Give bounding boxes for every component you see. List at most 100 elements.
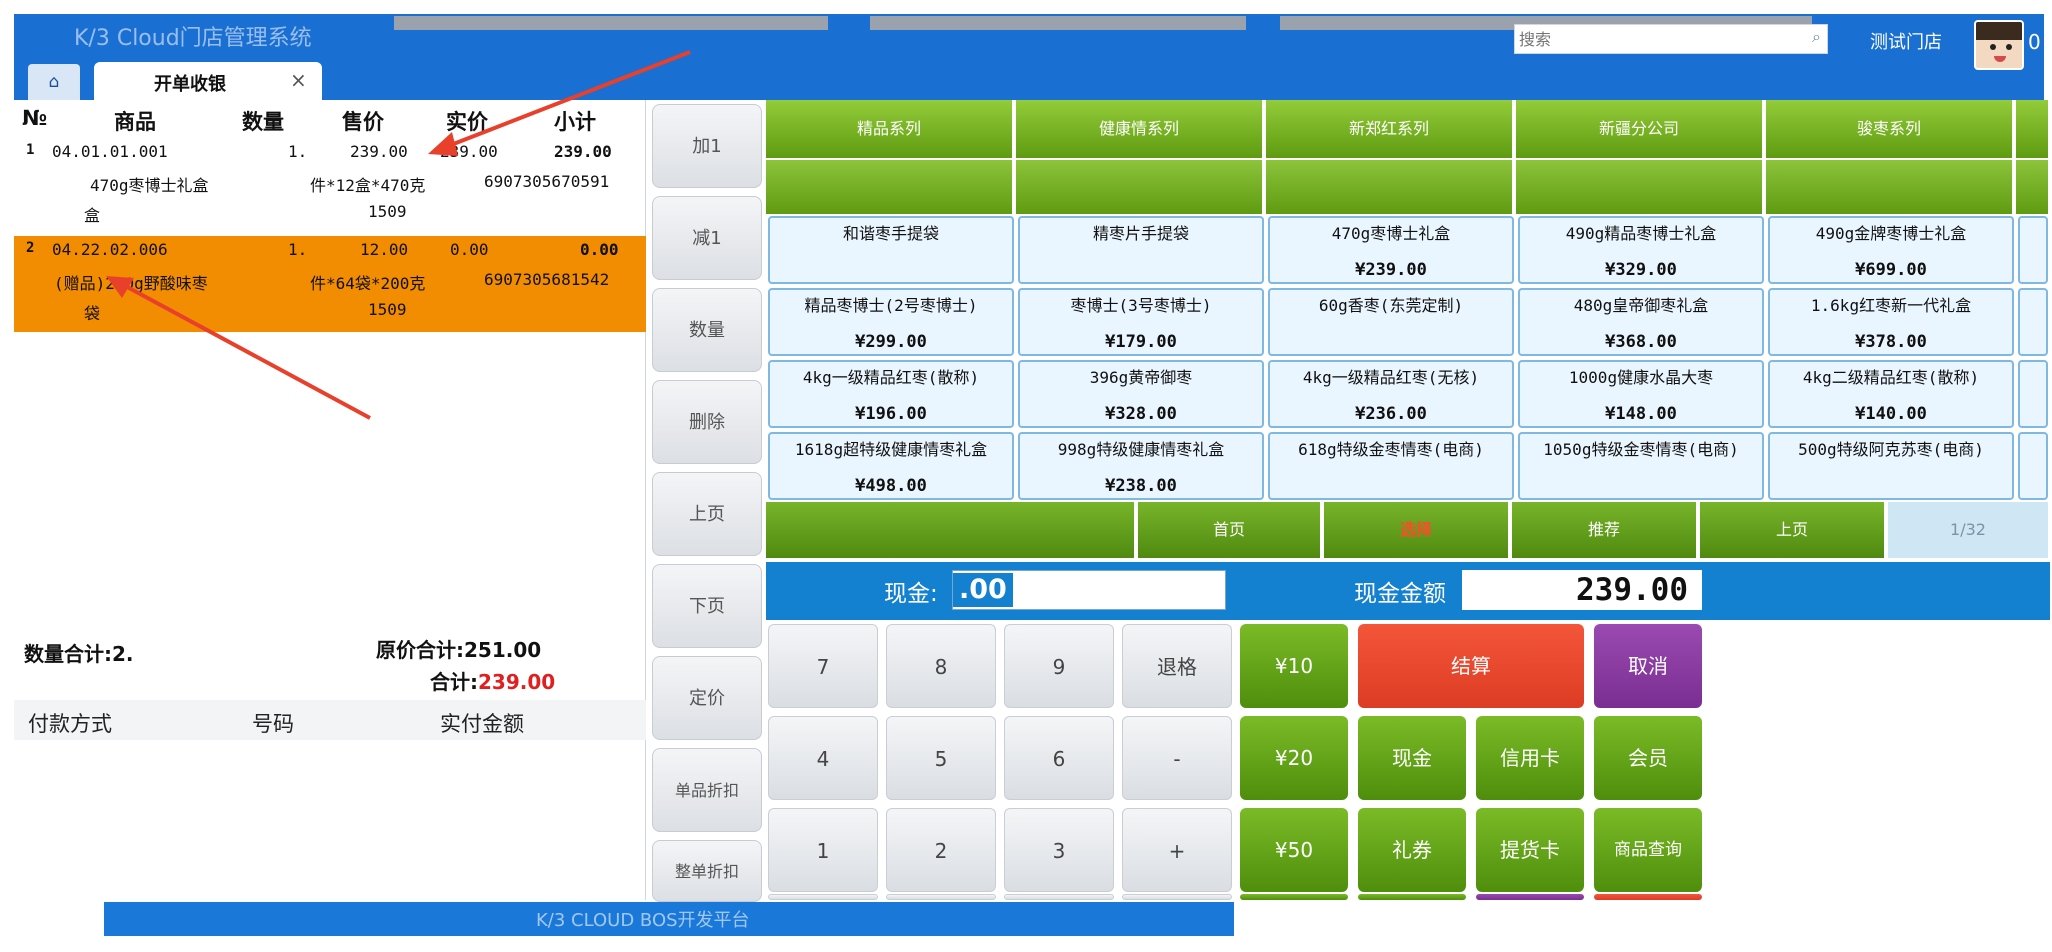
key-5[interactable]: 5 [886, 716, 996, 800]
member-button[interactable]: 会员 [1594, 716, 1702, 800]
product-tile[interactable]: 998g特级健康情枣礼盒 ¥238.00 [1018, 432, 1264, 500]
product-tile[interactable]: 精品枣博士(2号枣博士) ¥299.00 [768, 288, 1014, 356]
qty-total: 数量合计:2. [24, 642, 134, 666]
set-price-button[interactable]: 定价 [652, 656, 762, 740]
product-lookup-button[interactable]: 商品查询 [1594, 808, 1702, 892]
product-tile[interactable] [2018, 432, 2048, 500]
voucher-button[interactable]: 礼券 [1358, 808, 1466, 892]
key-partial[interactable] [1240, 894, 1348, 900]
product-tile[interactable]: 4kg二级精品红枣(散称) ¥140.00 [1768, 360, 2014, 428]
category-tab[interactable]: 新疆分公司 [1516, 100, 1764, 158]
key-3[interactable]: 3 [1004, 808, 1114, 892]
category-tab[interactable] [2016, 100, 2050, 158]
product-tile[interactable] [2018, 360, 2048, 428]
subcategory-tab[interactable] [1766, 160, 2014, 214]
key-partial[interactable] [768, 894, 878, 900]
tab-checkout[interactable]: 开单收银 × [94, 62, 322, 100]
product-tile[interactable]: 1.6kg红枣新一代礼盒 ¥378.00 [1768, 288, 2014, 356]
store-name[interactable]: 测试门店 [1870, 28, 1942, 54]
product-tile[interactable]: 1050g特级金枣情枣(电商) [1518, 432, 1764, 500]
product-tile[interactable] [2018, 288, 2048, 356]
product-tile[interactable]: 1000g健康水晶大枣 ¥148.00 [1518, 360, 1764, 428]
key-partial[interactable] [1594, 894, 1702, 900]
avatar[interactable] [1974, 20, 2024, 70]
key-7[interactable]: 7 [768, 624, 878, 708]
subcategory-tab[interactable] [1266, 160, 1514, 214]
category-tab[interactable]: 新郑红系列 [1266, 100, 1514, 158]
category-tab[interactable]: 健康情系列 [1016, 100, 1264, 158]
product-tile[interactable]: 470g枣博士礼盒 ¥239.00 [1268, 216, 1514, 284]
category-tab[interactable]: 精品系列 [766, 100, 1014, 158]
cancel-button[interactable]: 取消 [1594, 624, 1702, 708]
order-row-selected[interactable]: 2 04.22.02.006 1. 12.00 0.00 0.00 (赠品)20… [14, 236, 646, 332]
key-partial[interactable] [1358, 894, 1466, 900]
product-tile[interactable]: 480g皇帝御枣礼盒 ¥368.00 [1518, 288, 1764, 356]
key-partial[interactable] [1004, 894, 1114, 900]
close-icon[interactable]: × [290, 68, 307, 92]
cash-amount-label: 现金金额 [1354, 581, 1446, 607]
product-tile[interactable]: 500g特级阿克苏枣(电商) [1768, 432, 2014, 500]
category-tab[interactable]: 骏枣系列 [1766, 100, 2014, 158]
orig-total: 原价合计:251.00 [376, 638, 542, 662]
cash-input[interactable]: .00 [952, 570, 1226, 610]
cash-pay-button[interactable]: 现金 [1358, 716, 1466, 800]
next-page-button[interactable]: 下页 [652, 564, 762, 648]
product-tile[interactable]: 490g金牌枣博士礼盒 ¥699.00 [1768, 216, 2014, 284]
subcategory-tab[interactable] [1516, 160, 1764, 214]
key-6[interactable]: 6 [1004, 716, 1114, 800]
product-tile[interactable]: 618g特级金枣情枣(电商) [1268, 432, 1514, 500]
home-tab[interactable]: ⌂ [28, 64, 80, 100]
pager-prev-button[interactable]: 上页 [1700, 502, 1886, 558]
key-2[interactable]: 2 [886, 808, 996, 892]
minus-one-button[interactable]: 减1 [652, 196, 762, 280]
order-row[interactable]: 1 04.01.01.001 1. 239.00 239.00 239.00 4… [14, 138, 646, 234]
quick-20-button[interactable]: ¥20 [1240, 716, 1348, 800]
quantity-button[interactable]: 数量 [652, 288, 762, 372]
delete-button[interactable]: 删除 [652, 380, 762, 464]
cash-amount-value: 239.00 [1462, 570, 1702, 610]
select-button[interactable]: 选择 [1324, 502, 1510, 558]
product-tile[interactable]: 4kg一级精品红枣(无核) ¥236.00 [1268, 360, 1514, 428]
credit-card-button[interactable]: 信用卡 [1476, 716, 1584, 800]
recommend-button[interactable]: 推荐 [1512, 502, 1698, 558]
pickup-card-button[interactable]: 提货卡 [1476, 808, 1584, 892]
plus-key[interactable]: + [1122, 808, 1232, 892]
checkout-button[interactable]: 结算 [1358, 624, 1584, 708]
product-tile[interactable]: 1618g超特级健康情枣礼盒 ¥498.00 [768, 432, 1014, 500]
key-8[interactable]: 8 [886, 624, 996, 708]
product-tile[interactable]: 396g黄帝御枣 ¥328.00 [1018, 360, 1264, 428]
backspace-key[interactable]: 退格 [1122, 624, 1232, 708]
key-4[interactable]: 4 [768, 716, 878, 800]
key-1[interactable]: 1 [768, 808, 878, 892]
search-box: ⌕ [1514, 24, 1828, 54]
pos-window: { "app": {"title": "K/3 Cloud门店管理系统", "s… [0, 0, 2052, 952]
key-9[interactable]: 9 [1004, 624, 1114, 708]
order-discount-button[interactable]: 整单折扣 [652, 840, 762, 902]
product-tile[interactable]: 4kg一级精品红枣(散称) ¥196.00 [768, 360, 1014, 428]
user-initial: 0 [2028, 30, 2041, 54]
key-partial[interactable] [886, 894, 996, 900]
subcategory-tab[interactable] [766, 160, 1014, 214]
key-partial[interactable] [1476, 894, 1584, 900]
item-discount-button[interactable]: 单品折扣 [652, 748, 762, 832]
subcategory-tab[interactable] [1016, 160, 1264, 214]
product-tile[interactable]: 490g精品枣博士礼盒 ¥329.00 [1518, 216, 1764, 284]
plus-one-button[interactable]: 加1 [652, 104, 762, 188]
quick-50-button[interactable]: ¥50 [1240, 808, 1348, 892]
minus-key[interactable]: - [1122, 716, 1232, 800]
search-icon[interactable]: ⌕ [1812, 27, 1821, 47]
product-tile[interactable]: 精枣片手提袋 [1018, 216, 1264, 284]
subcategory-tab[interactable] [2016, 160, 2050, 214]
first-page-button[interactable]: 首页 [1138, 502, 1322, 558]
product-tile[interactable] [2018, 216, 2048, 284]
col-no: № [22, 106, 48, 130]
search-input[interactable] [1519, 28, 1789, 50]
product-tile[interactable]: 枣博士(3号枣博士) ¥179.00 [1018, 288, 1264, 356]
product-tile[interactable]: 和谐枣手提袋 [768, 216, 1014, 284]
tab-label: 开单收银 [154, 74, 226, 95]
quick-10-button[interactable]: ¥10 [1240, 624, 1348, 708]
prev-page-button[interactable]: 上页 [652, 472, 762, 556]
app-title: K/3 Cloud门店管理系统 [74, 26, 312, 51]
product-tile[interactable]: 60g香枣(东莞定制) [1268, 288, 1514, 356]
key-partial[interactable] [1122, 894, 1232, 900]
